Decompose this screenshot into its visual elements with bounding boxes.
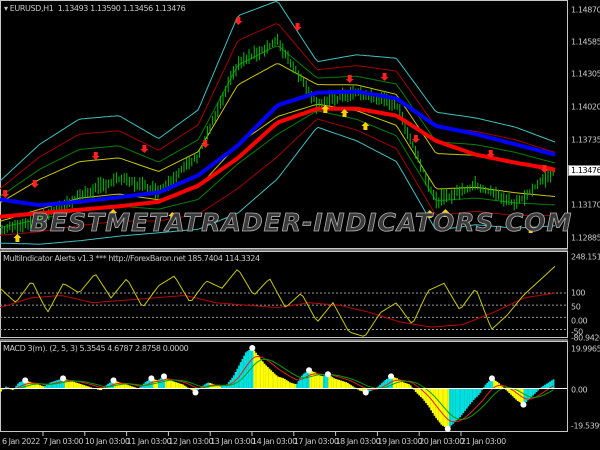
oscillator-panel-frame bbox=[0, 251, 568, 338]
macd-tick: 0.00 bbox=[571, 385, 588, 395]
macd-title: MACD 3(m). (2, 5, 3) 5.3545 4.6787 2.875… bbox=[3, 344, 189, 353]
time-tick: 18 Jan 03:00 bbox=[335, 437, 381, 446]
watermark: BESTMETATRADER-INDICATORS.COM bbox=[30, 208, 573, 238]
time-tick: 12 Jan 03:00 bbox=[168, 437, 214, 446]
time-tick: 14 Jan 03:00 bbox=[252, 437, 297, 446]
sell-arrow-icon bbox=[91, 151, 100, 160]
sell-arrow-icon bbox=[30, 179, 39, 188]
fast-ma-line bbox=[0, 89, 556, 208]
time-tick: 13 Jan 03:00 bbox=[210, 437, 255, 446]
time-tick: 20 Jan 03:00 bbox=[419, 437, 464, 446]
macd-pivot-dot bbox=[160, 373, 167, 380]
macd-pivot-dot bbox=[249, 344, 256, 351]
price-tick: 1.13170 bbox=[571, 200, 600, 210]
symbol-label: EURUSD,H1 bbox=[9, 4, 54, 13]
time-tick: 6 Jan 2022 bbox=[2, 437, 40, 446]
macd-pivot-dot bbox=[192, 389, 199, 396]
price-tick: 1.14305 bbox=[571, 69, 600, 79]
oscillator-main-line bbox=[0, 265, 556, 337]
price-tick: 1.14585 bbox=[571, 37, 600, 47]
price-tick: 1.14870 bbox=[571, 5, 600, 15]
macd-pivot-dot bbox=[60, 375, 67, 382]
macd-pivot-dot bbox=[324, 371, 331, 378]
osc-tick: 0.00 bbox=[571, 316, 588, 326]
macd-pivot-dot bbox=[388, 373, 395, 380]
price-tick: 1.13735 bbox=[571, 135, 600, 145]
sell-arrow-icon bbox=[234, 17, 243, 26]
osc-tick: -80.9426 bbox=[571, 333, 600, 343]
sell-arrow-icon bbox=[140, 144, 149, 153]
panel-divider bbox=[0, 339, 568, 341]
current-price-label: 1.13476 bbox=[568, 165, 600, 176]
sell-arrow-icon bbox=[293, 23, 302, 32]
macd-pivot-dot bbox=[520, 401, 527, 408]
sell-arrow-icon bbox=[380, 72, 389, 81]
time-tick: 11 Jan 03:00 bbox=[126, 437, 172, 446]
price-tick: 1.12885 bbox=[571, 233, 600, 243]
time-tick: 19 Jan 03:00 bbox=[377, 437, 423, 446]
buy-arrow-icon bbox=[361, 122, 370, 131]
macd-pivot-dot bbox=[488, 375, 495, 382]
time-tick: 21 Jan 03:00 bbox=[461, 437, 506, 446]
macd-tick: 19.9965 bbox=[571, 344, 600, 354]
symbol-header: ▾ EURUSD,H1 1.13493 1.13590 1.13456 1.13… bbox=[4, 4, 186, 13]
macd-pivot-dot bbox=[362, 389, 369, 396]
macd-tick: -19.5399 bbox=[571, 421, 600, 431]
oscillator-signal-line bbox=[0, 292, 556, 328]
time-tick: 17 Jan 03:00 bbox=[293, 437, 339, 446]
price-tick: 1.14020 bbox=[571, 102, 600, 112]
osc-tick: 100 bbox=[571, 288, 586, 298]
time-tick: 7 Jan 03:00 bbox=[43, 437, 84, 446]
oscillator-title: MultiIndicator Alerts v1.3 *** http://Fo… bbox=[3, 254, 260, 263]
macd-pivot-dot bbox=[22, 377, 29, 384]
macd-pivot-dot bbox=[444, 425, 451, 432]
buy-arrow-icon bbox=[13, 233, 22, 242]
osc-tick: 248.1513 bbox=[571, 252, 600, 262]
panel-divider bbox=[0, 249, 568, 251]
macd-pivot-dot bbox=[148, 375, 155, 382]
time-tick: 10 Jan 03:00 bbox=[84, 437, 130, 446]
macd-pivot-dot bbox=[306, 367, 313, 374]
collapse-triangle-icon[interactable]: ▾ bbox=[4, 4, 8, 13]
ohlc-values: 1.13493 1.13590 1.13456 1.13476 bbox=[57, 4, 186, 13]
osc-tick: 50 bbox=[571, 302, 581, 312]
macd-pivot-dot bbox=[110, 377, 117, 384]
